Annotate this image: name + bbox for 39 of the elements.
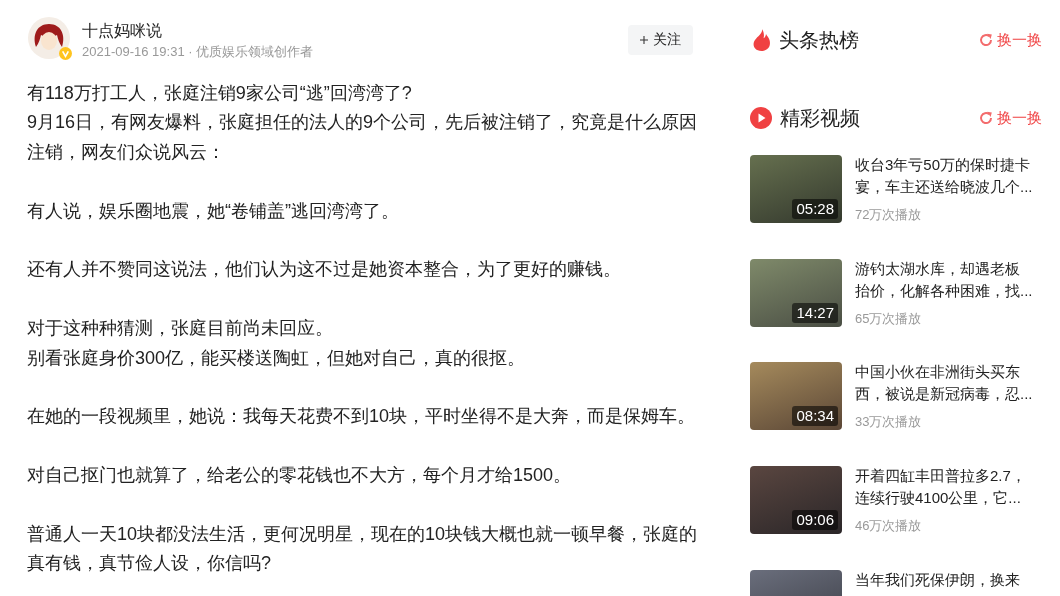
article-paragraph: 在她的一段视频里，她说：我每天花费不到10块，平时坐得不是大奔，而是保姆车。 [27,405,697,429]
video-duration: 14:27 [792,302,838,323]
post-meta: 2021-09-16 19:31 · 优质娱乐领域创作者 [82,43,314,61]
article-paragraph: 别看张庭身价300亿，能买楼送陶虹，但她对自己，真的很抠。 [27,346,527,370]
refresh-icon [979,111,993,125]
plus-icon [640,36,648,44]
refresh-icon [979,33,993,47]
video-title[interactable]: 中国小伙在非洲街头买东西，被说是新冠病毒，忍... [855,361,1034,406]
video-duration: 05:28 [792,199,838,219]
view-count: 65万次播放 [855,309,922,328]
section-title: 头条热榜 [779,28,859,53]
article-paragraph: 有118万打工人，张庭注销9家公司“逃”回湾湾了? [27,82,413,105]
video-duration: 08:34 [792,406,838,427]
article-paragraph: 对于这种种猜测，张庭目前尚未回应。 [27,317,334,341]
article-paragraph: 9月16日，有网友爆料，张庭担任的法人的9个公司，先后被注销了，究竟是什么原因注销，网友们众说风云： [27,111,699,164]
avatar[interactable] [28,17,70,59]
article-paragraph: 普通人一天10块都没法生活，更何况明星，现在的10块钱大概也就一顿早餐，张庭的真有钱，真节俭人设，你信吗? [27,523,699,576]
refresh-button[interactable]: 换一换 [979,30,1042,50]
video-title[interactable]: 开着四缸丰田普拉多2.7，连续行驶4100公里，它... [855,465,1034,510]
video-title[interactable]: 当年我们死保伊朗，换来 [855,568,1020,591]
view-count: 46万次播放 [855,517,922,536]
refresh-button[interactable]: 换一换 [979,108,1042,128]
video-thumbnail[interactable]: 08:34 [750,362,842,431]
video-title[interactable]: 收台3年亏50万的保时捷卡宴，车主还送给晓波几个... [855,154,1034,198]
article-paragraph: 还有人并不赞同这说法，他们认为这不过是她资本整合，为了更好的赚钱。 [27,258,622,282]
author-name[interactable]: 十点妈咪说 [82,21,162,41]
article-paragraph: 有人说，娱乐圈地震，她“卷铺盖”逃回湾湾了。 [27,199,400,223]
play-circle-icon [750,107,772,129]
view-count: 33万次播放 [855,413,922,432]
follow-button[interactable]: 关注 [628,25,693,55]
video-duration: 09:06 [792,510,838,531]
video-thumbnail[interactable]: 14:27 [750,258,842,327]
section-title: 精彩视频 [780,106,860,131]
view-count: 72万次播放 [855,206,922,224]
video-title[interactable]: 游钓太湖水库，却遇老板抬价，化解各种困难，找... [855,257,1034,302]
article-paragraph: 对自己抠门也就算了，给老公的零花钱也不大方，每个月才给1500。 [27,464,573,488]
video-thumbnail[interactable]: 05:28 [750,155,842,223]
video-thumbnail[interactable]: 09:06 [750,466,842,535]
flame-icon [752,29,771,51]
